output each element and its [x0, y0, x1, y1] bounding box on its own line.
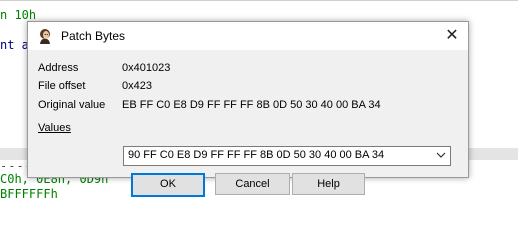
cancel-button[interactable]: Cancel — [215, 173, 290, 195]
ida-app-icon — [37, 28, 53, 44]
values-input[interactable]: 90 FF C0 E8 D9 FF FF FF 8B 0D 50 30 40 0… — [128, 149, 384, 161]
close-icon[interactable]: ✕ — [442, 26, 462, 46]
title-bar[interactable]: Patch Bytes ✕ — [28, 22, 468, 50]
dialog-title: Patch Bytes — [61, 29, 126, 43]
address-value: 0x401023 — [122, 62, 171, 74]
values-label: Values — [38, 122, 71, 134]
patch-bytes-dialog: Patch Bytes ✕ Address 0x401023 File offs… — [27, 21, 469, 197]
divider — [0, 0, 518, 1]
code-line: nt a — [0, 38, 29, 52]
original-value-bytes: EB FF C0 E8 D9 FF FF FF 8B 0D 50 30 40 0… — [122, 99, 381, 111]
address-label: Address — [38, 62, 79, 74]
code-line: BFFFFFFh — [0, 187, 58, 201]
file-offset-value: 0x423 — [122, 80, 152, 92]
file-offset-label: File offset — [38, 80, 86, 92]
help-button[interactable]: Help — [292, 173, 365, 195]
ok-button[interactable]: OK — [131, 173, 205, 197]
original-value-label: Original value — [38, 99, 106, 111]
chevron-down-icon[interactable] — [436, 149, 446, 161]
values-combobox[interactable]: 90 FF C0 E8 D9 FF FF FF 8B 0D 50 30 40 0… — [123, 146, 451, 166]
